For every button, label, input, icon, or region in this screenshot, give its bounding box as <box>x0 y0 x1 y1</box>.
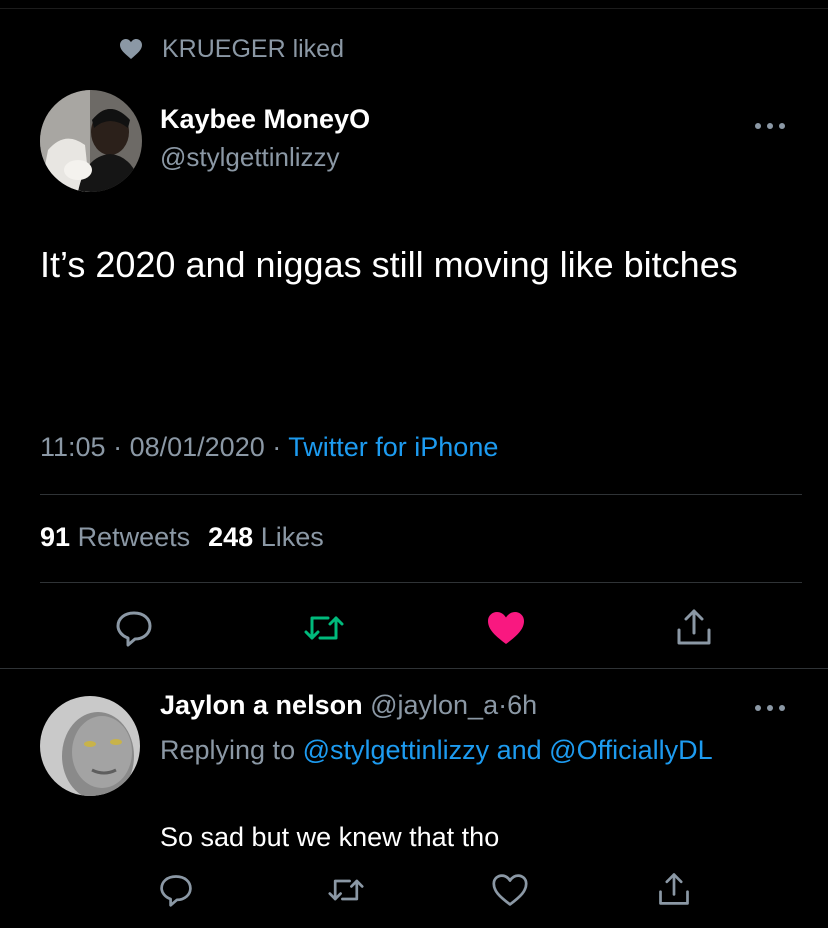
retweet-button[interactable] <box>302 608 346 653</box>
reply-reply-button[interactable] <box>158 872 194 913</box>
mention-link[interactable]: @OfficiallyDL <box>549 735 712 765</box>
share-icon <box>677 609 711 645</box>
retweets-label: Retweets <box>77 522 191 552</box>
social-context-text[interactable]: KRUEGER liked <box>162 35 344 64</box>
reply-header: Jaylon a nelson @jaylon_a·6h <box>160 690 537 721</box>
heart-icon <box>120 39 142 59</box>
reply-author-handle[interactable]: @jaylon_a <box>370 690 498 720</box>
replying-to: Replying to @stylgettinlizzy and @Offici… <box>160 730 720 771</box>
author-avatar[interactable] <box>40 90 142 192</box>
more-options-icon[interactable] <box>754 122 786 130</box>
reply-icon <box>116 611 152 647</box>
retweets-stat[interactable]: 91 Retweets <box>40 522 190 552</box>
tweet-text: It’s 2020 and niggas still moving like b… <box>40 244 738 285</box>
tweet-meta: 11:05 · 08/01/2020 · Twitter for iPhone <box>40 432 498 463</box>
meta-separator: · <box>272 432 282 462</box>
divider <box>40 494 802 495</box>
tweet-source[interactable]: Twitter for iPhone <box>288 432 498 462</box>
likes-label: Likes <box>260 522 324 552</box>
tweet-date[interactable]: 08/01/2020 <box>130 432 265 462</box>
section-divider <box>0 668 828 669</box>
reply-button[interactable] <box>114 608 154 653</box>
reply-icon <box>160 875 192 907</box>
heart-filled-icon <box>488 612 524 644</box>
share-icon <box>659 873 689 905</box>
replying-prefix: Replying to <box>160 735 296 765</box>
reply-like-button[interactable] <box>492 872 528 913</box>
retweet-icon <box>328 879 364 901</box>
and-word: and <box>496 735 542 765</box>
reply-age[interactable]: 6h <box>507 690 537 720</box>
reply-author-name[interactable]: Jaylon a nelson <box>160 690 363 720</box>
reply-more-options-icon[interactable] <box>754 704 786 712</box>
reply-text: So sad but we knew that tho <box>160 822 500 852</box>
author-handle[interactable]: @stylgettinlizzy <box>160 142 340 173</box>
author-name[interactable]: Kaybee MoneyO <box>160 104 370 135</box>
reply-author-avatar[interactable] <box>40 696 140 796</box>
likes-stat[interactable]: 248 Likes <box>208 522 324 552</box>
like-button[interactable] <box>486 608 526 653</box>
heart-outline-icon <box>492 874 528 906</box>
reply-separator: · <box>498 690 508 720</box>
reply-share-button[interactable] <box>656 870 692 913</box>
meta-separator: · <box>113 432 123 462</box>
share-button[interactable] <box>674 606 714 653</box>
retweets-count: 91 <box>40 522 71 552</box>
likes-count: 248 <box>208 522 254 552</box>
retweet-icon <box>304 616 344 640</box>
divider <box>40 582 802 583</box>
top-divider <box>0 8 828 9</box>
social-context: KRUEGER liked <box>118 34 344 64</box>
engagement-stats: 91 Retweets 248 Likes <box>40 522 324 553</box>
reply-retweet-button[interactable] <box>326 872 366 913</box>
mention-link[interactable]: @stylgettinlizzy <box>303 735 489 765</box>
tweet-time[interactable]: 11:05 <box>40 432 106 462</box>
